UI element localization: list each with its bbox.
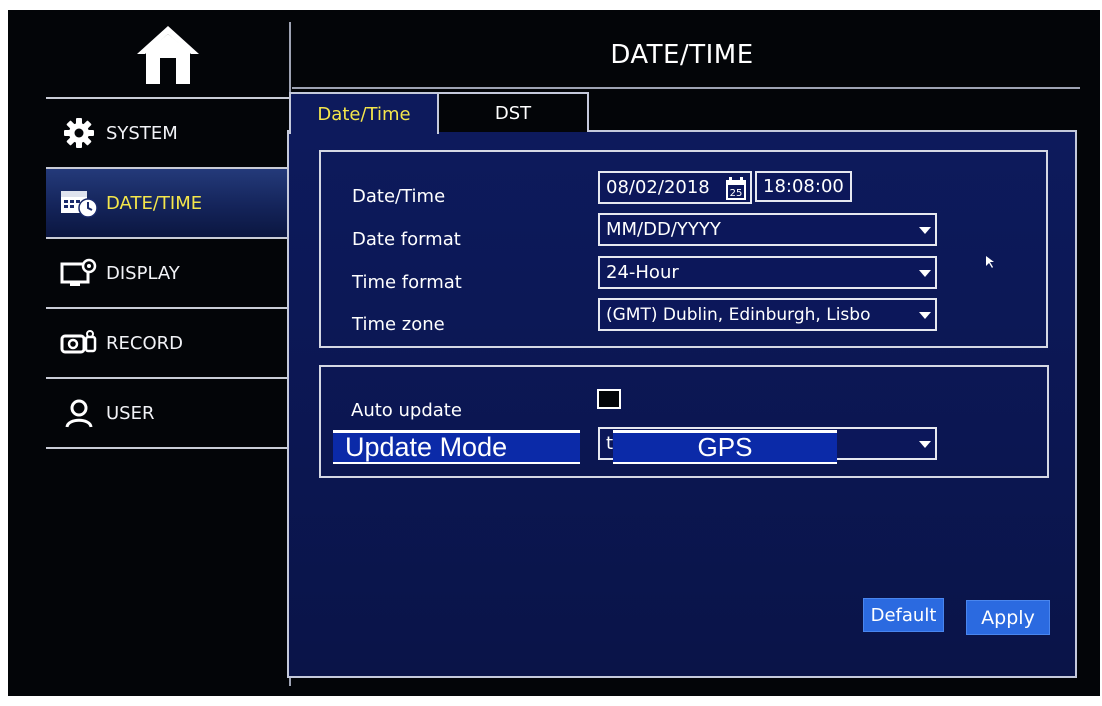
tab-date-time[interactable]: Date/Time [289, 92, 439, 134]
date-time-label: Date/Time [352, 186, 446, 207]
svg-text:25: 25 [730, 188, 743, 199]
time-format-select[interactable]: 24-Hour [598, 256, 937, 289]
sidebar-item-record[interactable]: RECORD [46, 309, 290, 377]
update-mode-label-text: Update Mode [345, 432, 508, 462]
chevron-down-icon [919, 311, 931, 319]
date-format-label: Date format [352, 229, 461, 250]
auto-update-label: Auto update [351, 400, 462, 421]
time-zone-value: (GMT) Dublin, Edinburgh, Lisbo [606, 304, 871, 325]
mouse-cursor-icon [986, 256, 994, 268]
tab-dst[interactable]: DST [439, 92, 589, 132]
tab-label: DST [494, 102, 532, 124]
apply-button[interactable]: Apply [966, 600, 1050, 635]
sidebar-item-display[interactable]: DISPLAY [46, 239, 290, 307]
sidebar-item-label: DATE/TIME [106, 192, 203, 214]
date-format-value: MM/DD/YYYY [606, 219, 721, 240]
time-format-value: 24-Hour [606, 262, 679, 283]
update-mode-value-text: GPS [697, 432, 753, 462]
update-mode-prefix: t [606, 433, 614, 454]
gear-icon [58, 118, 100, 148]
time-format-label: Time format [352, 272, 462, 293]
sidebar-item-label: DISPLAY [106, 262, 180, 284]
home-icon[interactable] [135, 24, 201, 86]
time-zone-select[interactable]: (GMT) Dublin, Edinburgh, Lisbo [598, 298, 937, 331]
tab-label: Date/Time [317, 103, 411, 125]
sidebar-item-label: SYSTEM [106, 122, 178, 144]
sidebar-item-system[interactable]: SYSTEM [46, 99, 290, 167]
date-value: 08/02/2018 [606, 177, 710, 198]
monitor-settings-icon [58, 258, 100, 288]
chevron-down-icon [919, 440, 931, 448]
page-title: DATE/TIME [610, 40, 754, 70]
sidebar-item-label: USER [106, 402, 155, 424]
user-icon [58, 398, 100, 428]
time-input[interactable]: 18:08:00 [755, 171, 852, 202]
default-button[interactable]: Default [863, 598, 944, 632]
camcorder-icon [58, 328, 100, 358]
sidebar-item-user[interactable]: USER [46, 379, 290, 447]
auto-update-checkbox[interactable] [597, 389, 621, 409]
time-value: 18:08:00 [763, 176, 844, 197]
calendar-clock-icon [58, 188, 100, 218]
time-zone-label: Time zone [352, 314, 445, 335]
chevron-down-icon [919, 226, 931, 234]
date-format-select[interactable]: MM/DD/YYYY [598, 213, 937, 246]
sidebar-divider [46, 447, 290, 449]
chevron-down-icon [919, 269, 931, 277]
header-divider [292, 87, 1080, 89]
calendar-icon[interactable]: 25 [725, 176, 747, 201]
update-mode-label: Update Mode [333, 430, 580, 464]
sidebar-item-label: RECORD [106, 332, 183, 354]
sidebar-item-date-time[interactable]: DATE/TIME [46, 169, 290, 237]
update-mode-value[interactable]: GPS [613, 430, 837, 464]
date-input[interactable]: 08/02/2018 25 [598, 171, 752, 204]
